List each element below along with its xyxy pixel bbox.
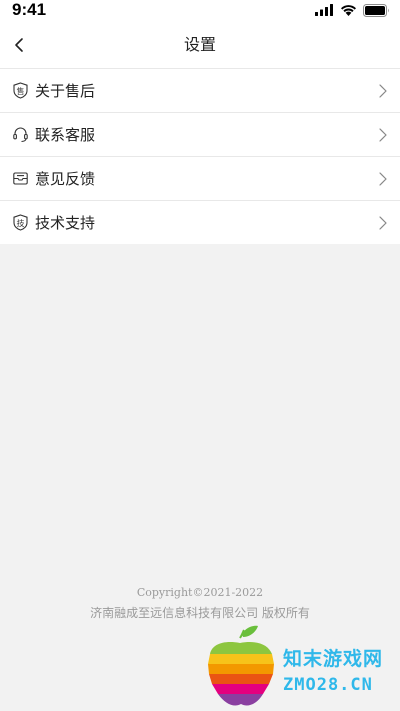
nav-bar: 设置 [0, 22, 400, 68]
menu-item-after-sales[interactable]: 售 关于售后 [0, 68, 400, 112]
battery-icon [363, 3, 389, 17]
status-icons [315, 3, 390, 17]
after-sales-glyph: 售 [17, 86, 25, 96]
back-button[interactable] [4, 30, 34, 60]
page-title: 设置 [183, 35, 216, 54]
tech-support-glyph: 技 [17, 218, 25, 228]
watermark-line2: ZMO28.CN [283, 675, 373, 695]
status-bar: 9:41 [0, 0, 400, 22]
cellular-signal-icon [315, 4, 333, 16]
company-text: 济南融成至远信息科技有限公司 版权所有 [90, 606, 310, 620]
feedback-envelope-icon [12, 170, 29, 187]
menu-item-label: 关于售后 [35, 82, 96, 100]
status-time: 9:41 [12, 0, 47, 19]
watermark-line1: 知末游戏网 [283, 648, 384, 670]
watermark: 知末游戏网 ZMO28.CN [196, 624, 400, 711]
menu-item-label: 意见反馈 [35, 170, 96, 188]
menu-item-tech-support[interactable]: 技 技术支持 [0, 200, 400, 244]
menu-item-label: 技术支持 [35, 214, 96, 232]
wifi-icon [341, 5, 356, 16]
copyright-text: Copyright©2021-2022 [136, 586, 264, 599]
chevron-right-icon [379, 84, 387, 98]
chevron-left-icon [15, 38, 23, 52]
tech-support-shield-icon: 技 [12, 214, 29, 231]
settings-menu: 售 关于售后 联系客服 意见反馈 技 技术支持 [0, 68, 400, 244]
after-sales-shield-icon: 售 [12, 82, 29, 99]
headset-icon [12, 126, 29, 143]
watermark-apple-logo-icon [208, 625, 274, 706]
chevron-right-icon [379, 128, 387, 142]
menu-item-contact-support[interactable]: 联系客服 [0, 112, 400, 156]
menu-item-label: 联系客服 [35, 126, 96, 144]
chevron-right-icon [379, 172, 387, 186]
chevron-right-icon [379, 216, 387, 230]
menu-item-feedback[interactable]: 意见反馈 [0, 156, 400, 200]
